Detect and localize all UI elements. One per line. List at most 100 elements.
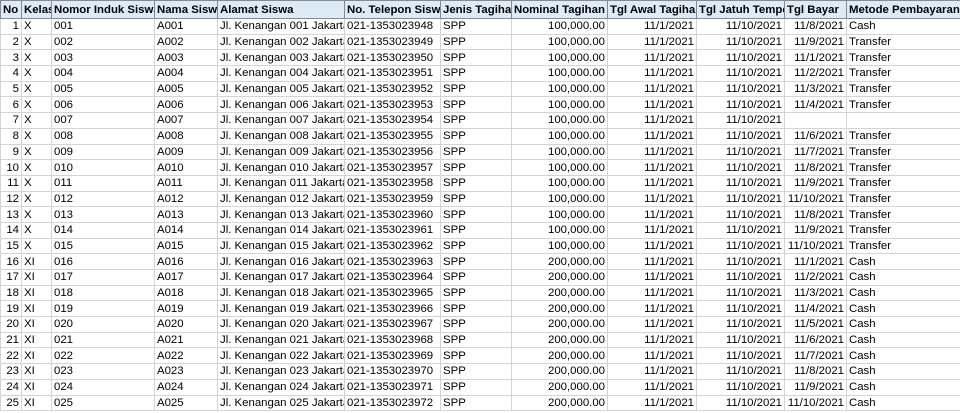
cell-no[interactable]: 22 [0,347,22,365]
cell-no[interactable]: 25 [0,394,22,412]
cell-nis[interactable]: 019 [51,300,155,318]
cell-telp[interactable]: 021-1353023960 [344,206,441,223]
cell-telp[interactable]: 021-1353023970 [344,363,441,380]
cell-alamat[interactable]: Jl. Kenangan 003 Jakarta [217,49,345,67]
cell-no[interactable]: 8 [0,127,22,145]
cell-no[interactable]: 6 [0,96,22,114]
cell-kelas[interactable]: X [21,65,52,82]
cell-nama[interactable]: A005 [154,80,218,98]
cell-nominal[interactable]: 200,000.00 [511,378,608,396]
cell-telp[interactable]: 021-1353023968 [344,331,441,349]
cell-no[interactable]: 13 [0,206,22,223]
cell-nis[interactable]: 012 [51,190,155,208]
cell-jenis[interactable]: SPP [440,253,512,270]
cell-jatuh[interactable]: 11/10/2021 [696,190,785,208]
cell-awal[interactable]: 11/1/2021 [607,96,697,114]
cell-nama[interactable]: A003 [154,49,218,67]
cell-bayar[interactable]: 11/5/2021 [784,316,847,333]
cell-nis[interactable]: 015 [51,237,155,255]
cell-metode[interactable]: Cash [846,347,960,365]
cell-awal[interactable]: 11/1/2021 [607,300,697,318]
cell-nominal[interactable]: 100,000.00 [511,206,608,223]
cell-nis[interactable]: 006 [51,96,155,114]
cell-metode[interactable]: Cash [846,300,960,318]
cell-alamat[interactable]: Jl. Kenangan 008 Jakarta [217,127,345,145]
cell-jenis[interactable]: SPP [440,331,512,349]
header-cell-telp[interactable]: No. Telepon Siswa [344,0,441,19]
cell-no[interactable]: 21 [0,331,22,349]
cell-jenis[interactable]: SPP [440,18,512,35]
cell-bayar[interactable]: 11/7/2021 [784,347,847,365]
cell-nominal[interactable]: 100,000.00 [511,65,608,82]
cell-kelas[interactable]: XI [21,253,52,270]
cell-metode[interactable]: Cash [846,284,960,302]
cell-jenis[interactable]: SPP [440,127,512,145]
cell-nis[interactable]: 021 [51,331,155,349]
cell-telp[interactable]: 021-1353023957 [344,159,441,176]
cell-jatuh[interactable]: 11/10/2021 [696,316,785,333]
cell-awal[interactable]: 11/1/2021 [607,18,697,35]
cell-kelas[interactable]: XI [21,378,52,396]
cell-kelas[interactable]: X [21,174,52,192]
cell-jatuh[interactable]: 11/10/2021 [696,143,785,161]
cell-no[interactable]: 1 [0,18,22,35]
cell-jatuh[interactable]: 11/10/2021 [696,159,785,176]
cell-alamat[interactable]: Jl. Kenangan 006 Jakarta [217,96,345,114]
cell-bayar[interactable]: 11/4/2021 [784,96,847,114]
cell-alamat[interactable]: Jl. Kenangan 020 Jakarta [217,316,345,333]
cell-metode[interactable]: Transfer [846,80,960,98]
header-cell-alamat[interactable]: Alamat Siswa [217,0,345,19]
cell-nominal[interactable]: 200,000.00 [511,331,608,349]
cell-jenis[interactable]: SPP [440,269,512,286]
cell-jenis[interactable]: SPP [440,221,512,239]
cell-nis[interactable]: 018 [51,284,155,302]
cell-nis[interactable]: 002 [51,33,155,51]
cell-awal[interactable]: 11/1/2021 [607,159,697,176]
cell-nis[interactable]: 003 [51,49,155,67]
cell-jatuh[interactable]: 11/10/2021 [696,127,785,145]
cell-nis[interactable]: 001 [51,18,155,35]
cell-bayar[interactable]: 11/3/2021 [784,284,847,302]
cell-nis[interactable]: 008 [51,127,155,145]
cell-kelas[interactable]: XI [21,316,52,333]
cell-jatuh[interactable]: 11/10/2021 [696,18,785,35]
cell-kelas[interactable]: XI [21,394,52,412]
cell-no[interactable]: 14 [0,221,22,239]
cell-bayar[interactable]: 11/10/2021 [784,394,847,412]
cell-nis[interactable]: 013 [51,206,155,223]
cell-nama[interactable]: A020 [154,316,218,333]
cell-nominal[interactable]: 100,000.00 [511,174,608,192]
cell-telp[interactable]: 021-1353023967 [344,316,441,333]
cell-jenis[interactable]: SPP [440,237,512,255]
cell-jenis[interactable]: SPP [440,65,512,82]
cell-jenis[interactable]: SPP [440,316,512,333]
header-cell-no[interactable]: No [0,0,22,19]
cell-no[interactable]: 18 [0,284,22,302]
cell-jenis[interactable]: SPP [440,49,512,67]
cell-bayar[interactable]: 11/1/2021 [784,49,847,67]
cell-jenis[interactable]: SPP [440,143,512,161]
cell-telp[interactable]: 021-1353023958 [344,174,441,192]
cell-no[interactable]: 24 [0,378,22,396]
cell-bayar[interactable]: 11/9/2021 [784,174,847,192]
cell-nominal[interactable]: 100,000.00 [511,18,608,35]
cell-nominal[interactable]: 200,000.00 [511,253,608,270]
cell-jatuh[interactable]: 11/10/2021 [696,80,785,98]
cell-metode[interactable]: Transfer [846,221,960,239]
cell-nis[interactable]: 010 [51,159,155,176]
cell-telp[interactable]: 021-1353023955 [344,127,441,145]
cell-nama[interactable]: A023 [154,363,218,380]
cell-kelas[interactable]: XI [21,284,52,302]
cell-nis[interactable]: 004 [51,65,155,82]
cell-telp[interactable]: 021-1353023961 [344,221,441,239]
header-cell-kelas[interactable]: Kelas [21,0,52,19]
cell-bayar[interactable] [784,112,847,129]
cell-nominal[interactable]: 100,000.00 [511,221,608,239]
cell-jatuh[interactable]: 11/10/2021 [696,269,785,286]
cell-nama[interactable]: A008 [154,127,218,145]
cell-awal[interactable]: 11/1/2021 [607,363,697,380]
cell-metode[interactable]: Cash [846,394,960,412]
cell-jenis[interactable]: SPP [440,33,512,51]
cell-metode[interactable]: Cash [846,316,960,333]
cell-bayar[interactable]: 11/6/2021 [784,331,847,349]
